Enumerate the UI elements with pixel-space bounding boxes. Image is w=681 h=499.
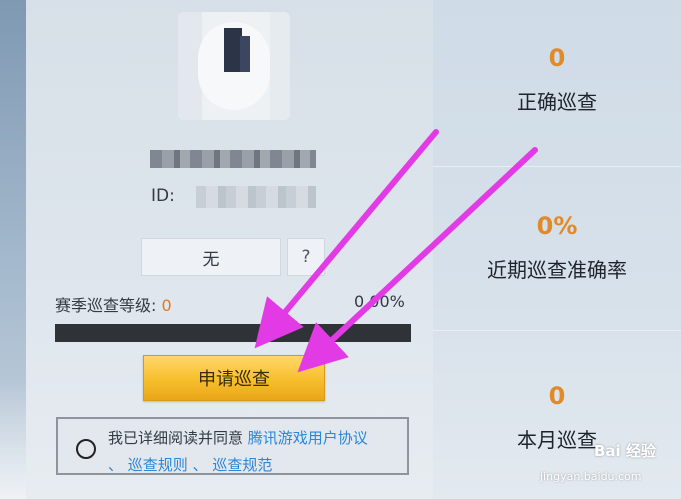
stat-label: 近期巡查准确率 xyxy=(487,258,627,282)
title-field: 无 xyxy=(141,238,281,276)
stat-label: 正确巡查 xyxy=(517,90,597,114)
stat-value: 0 xyxy=(548,44,566,72)
apply-patrol-button[interactable]: 申请巡查 xyxy=(143,355,325,401)
sky-background-left xyxy=(0,0,26,499)
stat-correct-patrols: 0 正确巡查 xyxy=(433,44,681,115)
separator-1: 、 xyxy=(108,456,124,474)
season-progress-bar xyxy=(55,324,411,342)
stat-value: 0% xyxy=(536,212,578,240)
season-level-value: 0 xyxy=(161,296,172,315)
stat-recent-accuracy: 0% 近期巡查准确率 xyxy=(433,212,681,283)
season-level: 赛季巡查等级: 0 xyxy=(55,292,172,316)
question-icon: ? xyxy=(301,247,311,267)
agree-radio[interactable] xyxy=(76,439,96,459)
season-level-label: 赛季巡查等级: xyxy=(55,296,157,315)
patrol-rules-link[interactable]: 巡查规则 xyxy=(128,456,188,474)
stat-value: 0 xyxy=(548,382,566,410)
watermark-brand: Bai 经验 xyxy=(594,442,656,460)
stats-panel: 0 正确巡查 0% 近期巡查准确率 0 本月巡查 xyxy=(433,0,681,499)
apply-patrol-label: 申请巡查 xyxy=(198,369,270,390)
help-button[interactable]: ? xyxy=(287,238,325,276)
agreement-line-2: 、 巡查规则 、 巡查规范 xyxy=(108,454,272,475)
watermark-url: jingyan.baidu.com xyxy=(540,470,642,483)
user-agreement-link[interactable]: 腾讯游戏用户协议 xyxy=(248,429,368,447)
title-value: 无 xyxy=(202,249,220,270)
agreement-text: 我已详细阅读并同意 xyxy=(108,429,244,447)
season-progress-text: 0.00% xyxy=(354,292,405,311)
player-id-blurred xyxy=(196,186,316,208)
player-name-blurred xyxy=(150,150,316,168)
agreement-box: 我已详细阅读并同意 腾讯游戏用户协议 、 巡查规则 、 巡查规范 xyxy=(56,417,409,475)
patrol-standards-link[interactable]: 巡查规范 xyxy=(212,456,272,474)
separator-2: 、 xyxy=(192,456,208,474)
divider xyxy=(433,166,681,167)
agreement-line-1: 我已详细阅读并同意 腾讯游戏用户协议 xyxy=(108,427,368,448)
avatar xyxy=(178,12,290,120)
divider xyxy=(433,330,681,331)
id-label: ID: xyxy=(151,186,175,206)
